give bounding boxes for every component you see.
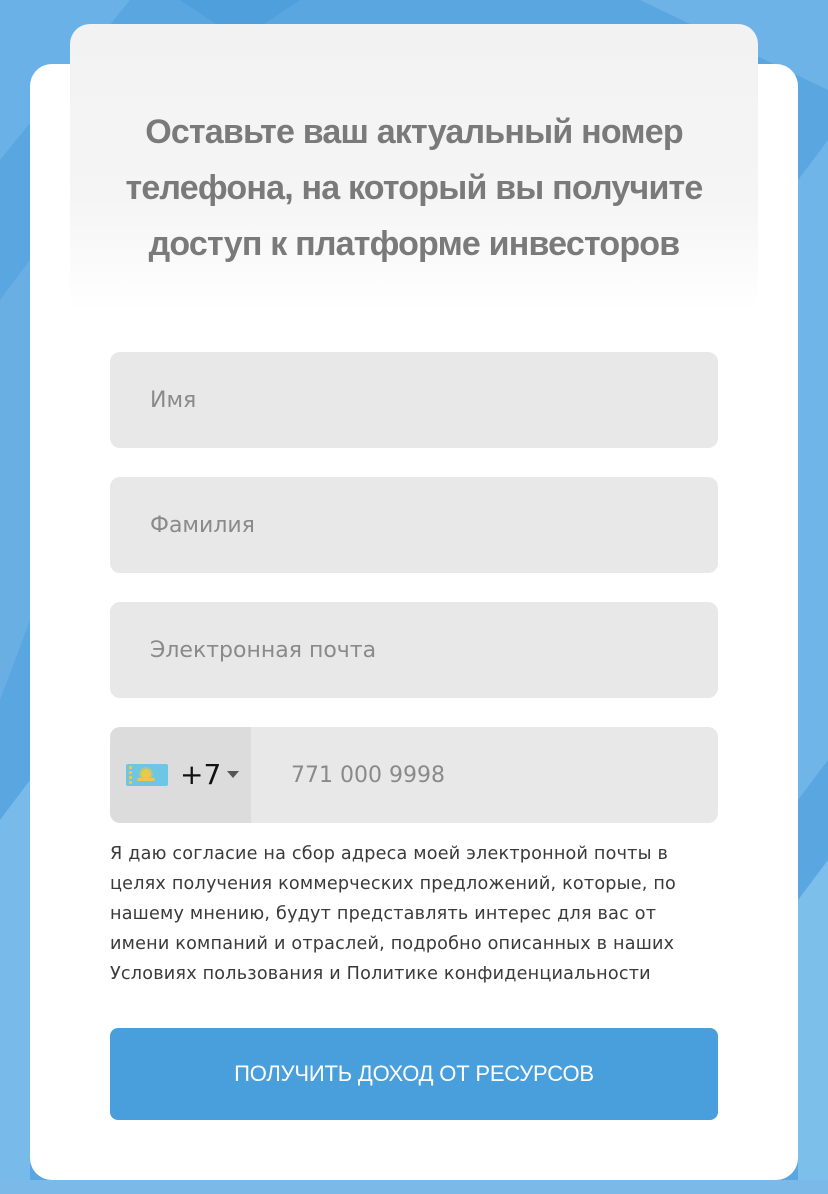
caret-down-icon [227,771,239,778]
country-code-select[interactable]: +7 [110,727,251,823]
submit-button[interactable]: ПОЛУЧИТЬ ДОХОД ОТ РЕСУРСОВ [110,1028,718,1120]
last-name-field[interactable] [110,477,718,573]
email-input[interactable] [110,602,718,698]
last-name-input[interactable] [110,477,718,573]
dial-code: +7 [180,758,222,791]
kazakhstan-flag-icon [126,764,168,786]
first-name-field[interactable] [110,352,718,448]
first-name-input[interactable] [110,352,718,448]
phone-input[interactable] [251,727,718,823]
form-headline: Оставьте ваш актуальный номер телефона, … [125,113,703,263]
email-field[interactable] [110,602,718,698]
phone-field[interactable]: +7 [110,727,718,823]
consent-text: Я даю согласие на сбор адреса моей элект… [110,844,677,984]
